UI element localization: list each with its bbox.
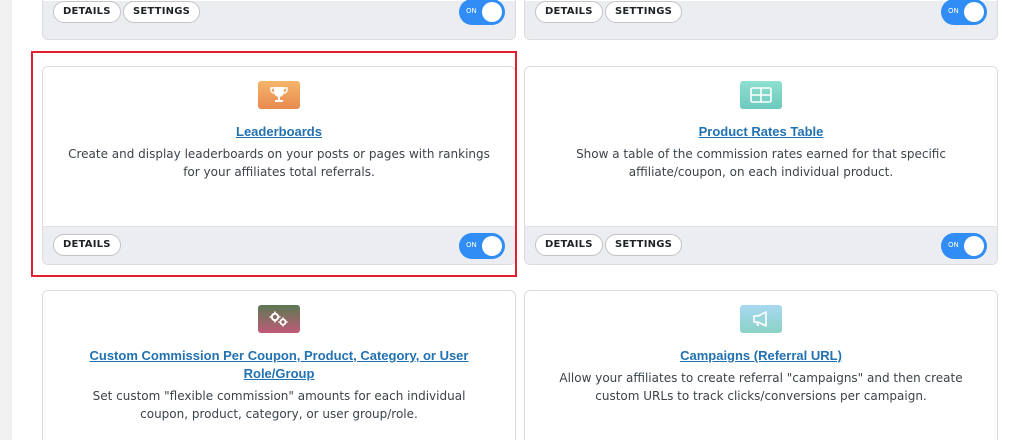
gears-icon: [258, 305, 300, 333]
card-footer: DETAILS ON: [43, 226, 515, 264]
card-body: Product Rates Table Show a table of the …: [525, 67, 997, 226]
addon-description: Show a table of the commission rates ear…: [576, 147, 946, 179]
details-button[interactable]: DETAILS: [53, 234, 121, 256]
module-toggle[interactable]: ON: [459, 0, 505, 25]
megaphone-icon: [740, 305, 782, 333]
module-toggle[interactable]: ON: [941, 233, 987, 259]
addon-card-campaigns: Campaigns (Referral URL) Allow your affi…: [524, 290, 998, 440]
toggle-on-label: ON: [948, 7, 959, 15]
addon-title-link[interactable]: Campaigns (Referral URL): [545, 347, 977, 365]
addon-title-link[interactable]: Leaderboards: [63, 123, 495, 141]
addon-card-custom-commission: Custom Commission Per Coupon, Product, C…: [42, 290, 516, 440]
addon-card-leaderboards: Leaderboards Create and display leaderbo…: [42, 66, 516, 265]
addons-grid: DETAILS SETTINGS ON DETAILS SETTINGS ON: [12, 0, 1024, 440]
card-footer: DETAILS SETTINGS ON: [43, 0, 515, 39]
trophy-icon: [258, 81, 300, 109]
toggle-knob: [964, 236, 984, 256]
card-footer: DETAILS SETTINGS ON: [525, 226, 997, 264]
addon-description: Set custom "flexible commission" amounts…: [92, 389, 466, 421]
card-footer: DETAILS SETTINGS ON: [525, 0, 997, 39]
card-body: Leaderboards Create and display leaderbo…: [43, 67, 515, 226]
addon-title-link[interactable]: Custom Commission Per Coupon, Product, C…: [67, 347, 491, 383]
toggle-on-label: ON: [466, 7, 477, 15]
toggle-on-label: ON: [466, 241, 477, 249]
toggle-knob: [964, 2, 984, 22]
addon-card-top-right: DETAILS SETTINGS ON: [524, 0, 998, 40]
details-button[interactable]: DETAILS: [535, 234, 603, 256]
addon-title-link[interactable]: Product Rates Table: [545, 123, 977, 141]
addon-card-top-left: DETAILS SETTINGS ON: [42, 0, 516, 40]
toggle-knob: [482, 236, 502, 256]
card-body: Campaigns (Referral URL) Allow your affi…: [525, 291, 997, 440]
card-body: Custom Commission Per Coupon, Product, C…: [43, 291, 515, 440]
toggle-on-label: ON: [948, 241, 959, 249]
module-toggle[interactable]: ON: [941, 0, 987, 25]
settings-button[interactable]: SETTINGS: [123, 1, 201, 23]
module-toggle[interactable]: ON: [459, 233, 505, 259]
addon-description: Create and display leaderboards on your …: [68, 147, 490, 179]
toggle-knob: [482, 2, 502, 22]
addon-description: Allow your affiliates to create referral…: [559, 371, 963, 403]
details-button[interactable]: DETAILS: [53, 1, 121, 23]
table-icon: [740, 81, 782, 109]
details-button[interactable]: DETAILS: [535, 1, 603, 23]
settings-button[interactable]: SETTINGS: [605, 234, 683, 256]
addon-card-product-rates-table: Product Rates Table Show a table of the …: [524, 66, 998, 265]
settings-button[interactable]: SETTINGS: [605, 1, 683, 23]
